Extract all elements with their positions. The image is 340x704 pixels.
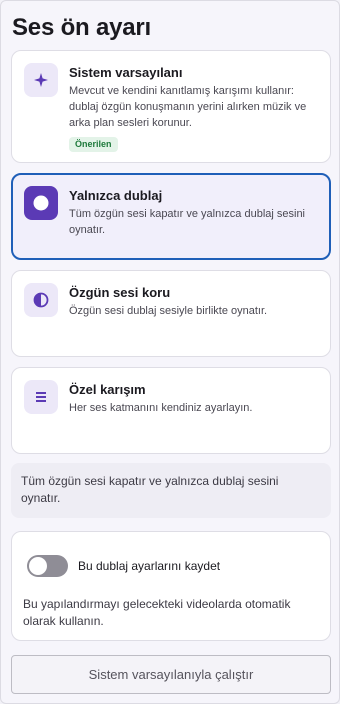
run-with-system-default-button[interactable]: Sistem varsayılanıyla çalıştır: [11, 655, 331, 694]
audio-preset-panel: Ses ön ayarı Sistem varsayılanı Mevcut v…: [0, 0, 340, 704]
option-description: Mevcut ve kendini kanıtlamış karışımı ku…: [69, 85, 307, 129]
option-card-dub-only[interactable]: Yalnızca dublaj Tüm özgün sesi kapatır v…: [11, 173, 331, 260]
option-title: Yalnızca dublaj: [69, 188, 163, 203]
option-card-custom-mix[interactable]: Özel karışım Her ses katmanını kendiniz …: [11, 367, 331, 454]
save-settings-description: Bu yapılandırmayı gelecekteki videolarda…: [23, 597, 291, 628]
option-card-system-default[interactable]: Sistem varsayılanı Mevcut ve kendini kan…: [11, 50, 331, 163]
save-settings-toggle[interactable]: [27, 555, 68, 577]
save-settings-label: Bu dublaj ayarlarını kaydet: [78, 559, 221, 573]
half-circle-icon: [24, 283, 58, 317]
selected-option-info: Tüm özgün sesi kapatır ve yalnızca dubla…: [11, 463, 331, 518]
sliders-icon: [24, 380, 58, 414]
option-title: Özel karışım: [69, 382, 146, 397]
save-settings-card: Bu dublaj ayarlarını kaydet Bu yapılandı…: [11, 531, 331, 641]
option-title: Sistem varsayılanı: [69, 65, 183, 80]
toggle-knob: [29, 557, 47, 575]
page-title: Ses ön ayarı: [12, 14, 152, 41]
option-title: Özgün sesi koru: [69, 285, 171, 300]
circle-icon: [24, 186, 58, 220]
recommended-badge: Önerilen: [69, 137, 118, 152]
option-description: Her ses katmanını kendiniz ayarlayın.: [69, 402, 253, 414]
sparkle-icon: [24, 63, 58, 97]
option-description: Tüm özgün sesi kapatır ve yalnızca dubla…: [69, 208, 306, 236]
option-card-keep-original[interactable]: Özgün sesi koru Özgün sesi dublaj sesiyl…: [11, 270, 331, 357]
option-description: Özgün sesi dublaj sesiyle birlikte oynat…: [69, 305, 268, 317]
